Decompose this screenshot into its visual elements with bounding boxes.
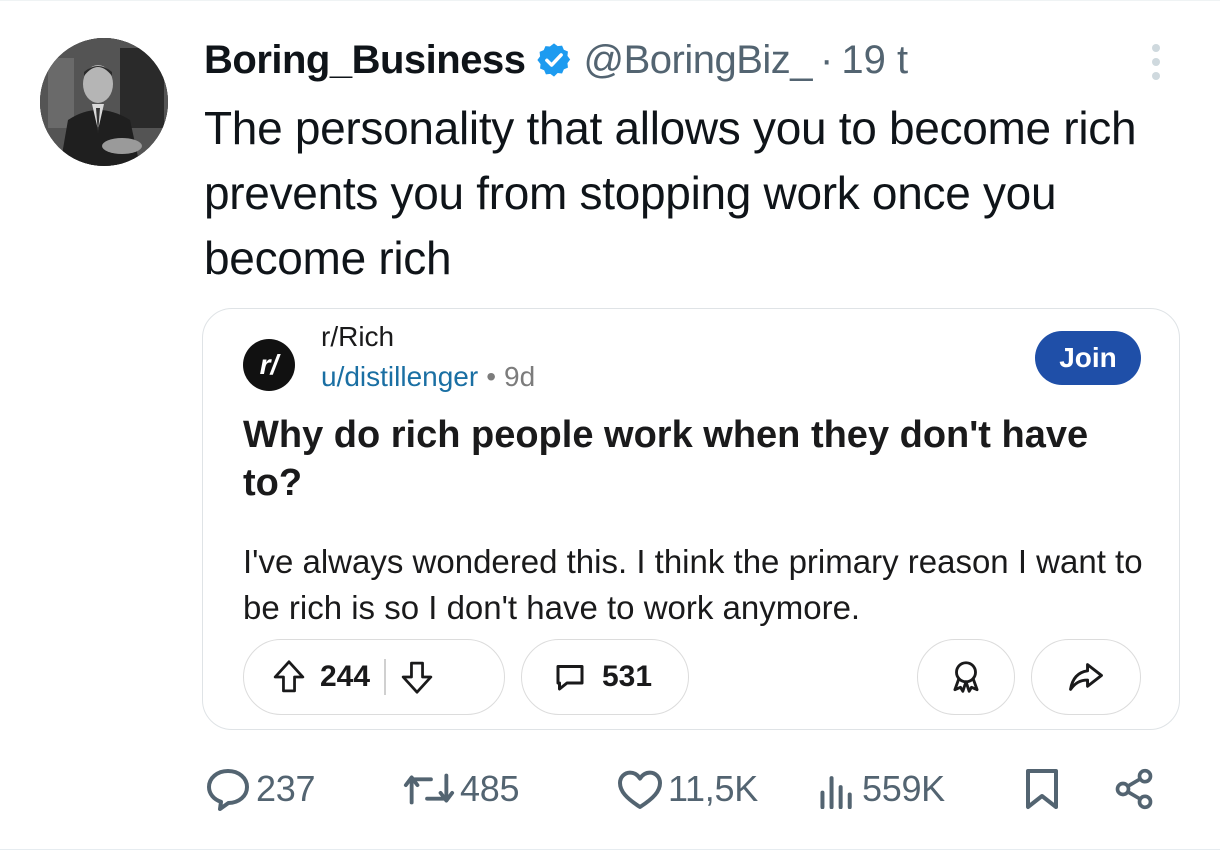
reply-icon [204,767,252,811]
tweet-header: Boring_Business @BoringBiz_ · 19 t [204,30,908,90]
award-icon [946,658,986,696]
retweet-icon [402,769,456,809]
share-button[interactable] [1031,639,1141,715]
join-button[interactable]: Join [1035,331,1141,385]
reply-button[interactable]: 237 [204,754,315,824]
vote-control: 244 [243,639,505,715]
comment-bubble-icon [552,659,588,695]
views-chart-icon [816,769,858,809]
heart-icon [616,768,664,810]
bookmark-icon [1024,767,1060,811]
upvote-count: 244 [320,660,371,693]
vote-divider [384,659,386,695]
tweet-actions: 237 485 11,5K 559K [0,754,1220,824]
post-age: 9d [504,361,536,392]
post-meta: u/distillenger • 9d [321,361,535,393]
subreddit-icon[interactable]: r/ [243,339,295,391]
like-count: 11,5K [668,768,758,809]
view-count: 559K [862,768,945,809]
handle[interactable]: @BoringBiz_ [583,38,812,83]
retweet-count: 485 [460,768,520,809]
embedded-reddit-card[interactable]: r/ r/Rich u/distillenger • 9d Join Why do … [202,308,1180,730]
downvote-arrow-icon[interactable] [400,659,434,695]
bottom-divider [0,849,1220,850]
top-divider [0,0,1220,1]
share-nodes-icon [1112,767,1156,811]
retweet-button[interactable]: 485 [402,754,519,824]
post-author[interactable]: u/distillenger [321,361,478,392]
upvote-arrow-icon[interactable] [272,659,306,695]
tweet-text: The personality that allows you to becom… [204,102,1137,284]
comments-button[interactable]: 531 [521,639,689,715]
comment-count: 531 [602,660,653,693]
more-options-icon[interactable] [1144,40,1168,84]
share-tweet-button[interactable] [1112,754,1156,824]
share-arrow-icon [1067,660,1105,694]
subreddit-name[interactable]: r/Rich [321,321,394,353]
views-button[interactable]: 559K [816,754,945,824]
award-button[interactable] [917,639,1015,715]
like-button[interactable]: 11,5K [616,754,758,824]
reply-count: 237 [256,768,316,809]
post-title[interactable]: Why do rich people work when they don't … [243,411,1123,507]
timestamp[interactable]: 19 t [841,38,908,83]
verified-badge-icon [535,41,573,79]
separator-dot: · [820,37,834,82]
bookmark-button[interactable] [1024,754,1060,824]
display-name[interactable]: Boring_Business [204,38,526,83]
meta-separator: • [486,361,497,392]
avatar-photo [40,38,168,166]
avatar[interactable] [40,38,168,166]
post-body: I've always wondered this. I think the p… [243,543,1143,626]
